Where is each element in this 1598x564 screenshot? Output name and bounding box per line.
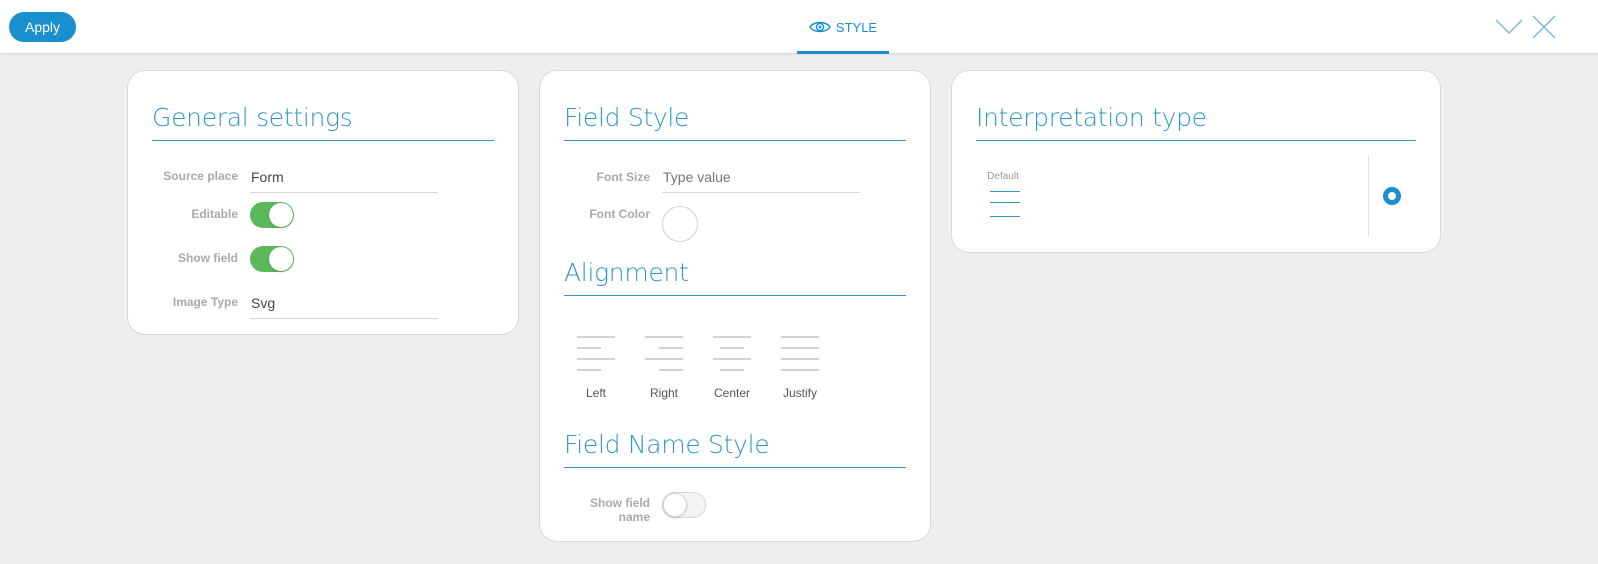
show-field-name-label-line2: name xyxy=(618,510,650,524)
general-settings-card: General settings Source place Form Edita… xyxy=(127,70,519,335)
title-underline xyxy=(564,467,906,468)
vertical-divider xyxy=(1368,155,1369,237)
interpretation-type-card: Interpretation type Default xyxy=(951,70,1441,253)
show-field-name-toggle[interactable] xyxy=(662,492,706,518)
align-left-icon xyxy=(577,336,615,376)
align-left-label: Left xyxy=(585,386,606,400)
source-place-underline xyxy=(250,192,438,193)
align-right-icon xyxy=(645,336,683,376)
font-color-picker[interactable] xyxy=(662,206,698,242)
tab-style-label: STYLE xyxy=(835,19,878,35)
show-field-toggle[interactable] xyxy=(250,246,294,272)
interpretation-default-option[interactable]: Default xyxy=(977,171,1037,241)
show-field-name-label-line1: Show field xyxy=(590,496,650,510)
title-underline xyxy=(564,140,906,141)
align-justify-icon xyxy=(781,336,819,376)
align-center-label: Center xyxy=(713,386,751,400)
font-size-label: Font Size xyxy=(596,170,650,184)
alignment-title: Alignment xyxy=(564,258,689,287)
general-settings-title: General settings xyxy=(152,103,353,132)
align-right-option[interactable]: Right xyxy=(640,336,688,406)
interpretation-line xyxy=(990,202,1020,203)
align-right-label: Right xyxy=(649,386,678,400)
image-type-label: Image Type xyxy=(172,295,238,309)
apply-button[interactable]: Apply xyxy=(9,12,76,42)
close-icon[interactable] xyxy=(1530,14,1558,40)
font-size-underline xyxy=(662,192,860,193)
title-underline xyxy=(564,295,906,296)
field-style-card: Field Style Font Size Type value Font Co… xyxy=(539,70,931,542)
editable-label: Editable xyxy=(191,207,238,221)
font-size-input[interactable]: Type value xyxy=(663,169,731,185)
title-underline xyxy=(152,140,494,141)
source-place-input[interactable]: Form xyxy=(251,169,284,185)
show-field-label: Show field xyxy=(178,251,238,265)
align-justify-option[interactable]: Justify xyxy=(776,336,824,406)
image-type-input[interactable]: Svg xyxy=(251,295,275,311)
tab-style[interactable]: STYLE xyxy=(797,0,889,54)
align-center-option[interactable]: Center xyxy=(708,336,756,406)
editable-toggle[interactable] xyxy=(250,202,294,228)
title-underline xyxy=(976,140,1416,141)
eye-icon xyxy=(809,21,831,33)
field-style-title: Field Style xyxy=(564,103,690,132)
chevron-down-icon[interactable] xyxy=(1495,14,1523,40)
align-justify-label: Justify xyxy=(782,386,817,400)
interpretation-type-title: Interpretation type xyxy=(976,103,1207,132)
interpretation-default-label: Default xyxy=(987,171,1019,182)
interpretation-line xyxy=(990,191,1020,192)
toggle-knob xyxy=(663,493,687,517)
align-left-option[interactable]: Left xyxy=(572,336,620,406)
font-color-label: Font Color xyxy=(589,207,650,221)
source-place-label: Source place xyxy=(163,169,238,183)
image-type-underline xyxy=(250,318,438,319)
interpretation-radio[interactable] xyxy=(1383,187,1401,205)
field-name-style-title: Field Name Style xyxy=(564,430,770,459)
interpretation-line xyxy=(990,216,1020,217)
toggle-knob xyxy=(269,247,293,271)
align-center-icon xyxy=(713,336,751,376)
top-toolbar: Apply STYLE xyxy=(0,0,1598,54)
show-field-name-label: Show field name xyxy=(540,496,650,524)
toggle-knob xyxy=(269,203,293,227)
